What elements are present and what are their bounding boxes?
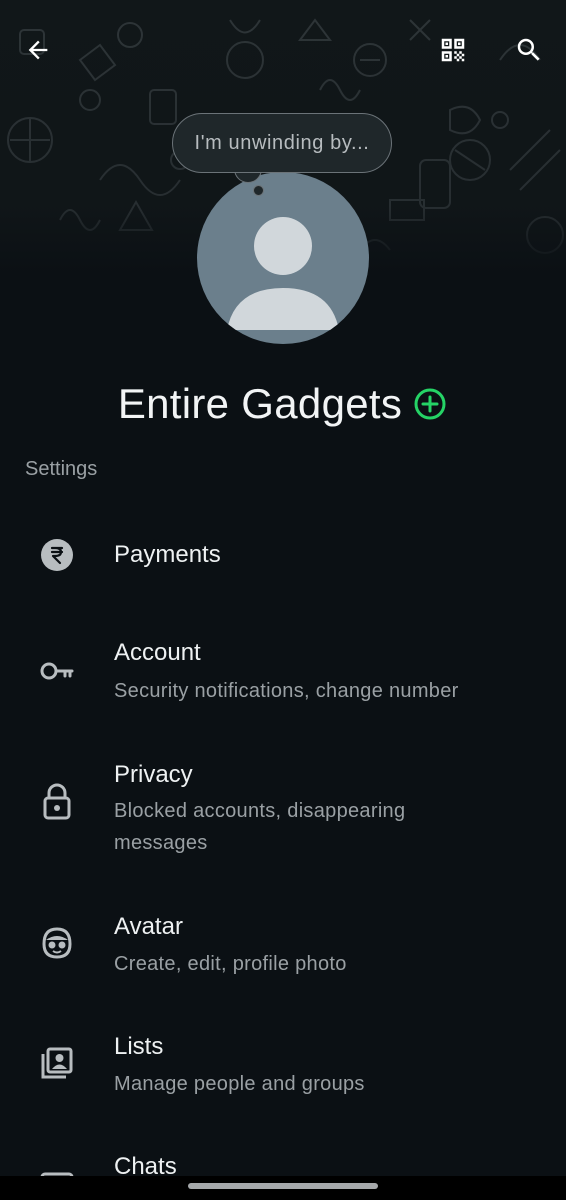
settings-item-chats[interactable]: Chats	[0, 1144, 566, 1176]
settings-item-subtitle: Manage people and groups	[114, 1073, 365, 1095]
settings-item-privacy[interactable]: Privacy Blocked accounts, disappearing m…	[0, 752, 566, 862]
status-bubble[interactable]: I'm unwinding by...	[172, 113, 392, 173]
plus-circle-icon	[414, 388, 446, 420]
settings-item-avatar[interactable]: Avatar Create, edit, profile photo	[0, 904, 566, 994]
chat-icon	[36, 1168, 78, 1176]
settings-item-lists[interactable]: Lists Manage people and groups	[0, 1024, 566, 1114]
avatar-face-icon	[36, 922, 78, 964]
settings-item-title: Account	[114, 639, 201, 666]
settings-section-label: Settings	[25, 458, 98, 480]
qr-code-button[interactable]	[427, 24, 479, 76]
profile-avatar[interactable]	[197, 172, 369, 344]
arrow-left-icon	[28, 40, 48, 60]
status-text: I'm unwinding by...	[194, 131, 370, 154]
back-button[interactable]	[12, 24, 64, 76]
settings-item-payments[interactable]: Payments	[0, 520, 566, 590]
home-indicator[interactable]	[188, 1183, 378, 1189]
search-icon	[517, 38, 540, 61]
add-status-button[interactable]	[412, 386, 448, 422]
qr-code-icon	[441, 38, 465, 62]
settings-item-title: Payments	[114, 541, 221, 568]
rupee-icon	[36, 534, 78, 576]
status-bubble-dot	[253, 185, 264, 196]
settings-item-subtitle: Create, edit, profile photo	[114, 953, 347, 975]
search-button[interactable]	[503, 24, 555, 76]
contact-list-icon	[36, 1042, 78, 1084]
settings-item-subtitle: Blocked accounts, disappearing messages	[114, 800, 406, 854]
profile-name[interactable]: Entire Gadgets	[118, 380, 402, 428]
settings-item-title: Avatar	[114, 913, 183, 940]
key-icon	[36, 650, 78, 692]
settings-item-account[interactable]: Account Security notifications, change n…	[0, 630, 566, 720]
lock-icon	[36, 780, 78, 822]
settings-item-title: Chats	[114, 1153, 177, 1176]
settings-item-title: Lists	[114, 1033, 164, 1060]
default-user-icon	[227, 217, 339, 330]
settings-item-title: Privacy	[114, 761, 193, 788]
settings-item-subtitle: Security notifications, change number	[114, 680, 459, 702]
settings-screen: I'm unwinding by... Entire Gadgets Setti…	[0, 0, 566, 1200]
profile-name-row: Entire Gadgets	[0, 374, 566, 434]
